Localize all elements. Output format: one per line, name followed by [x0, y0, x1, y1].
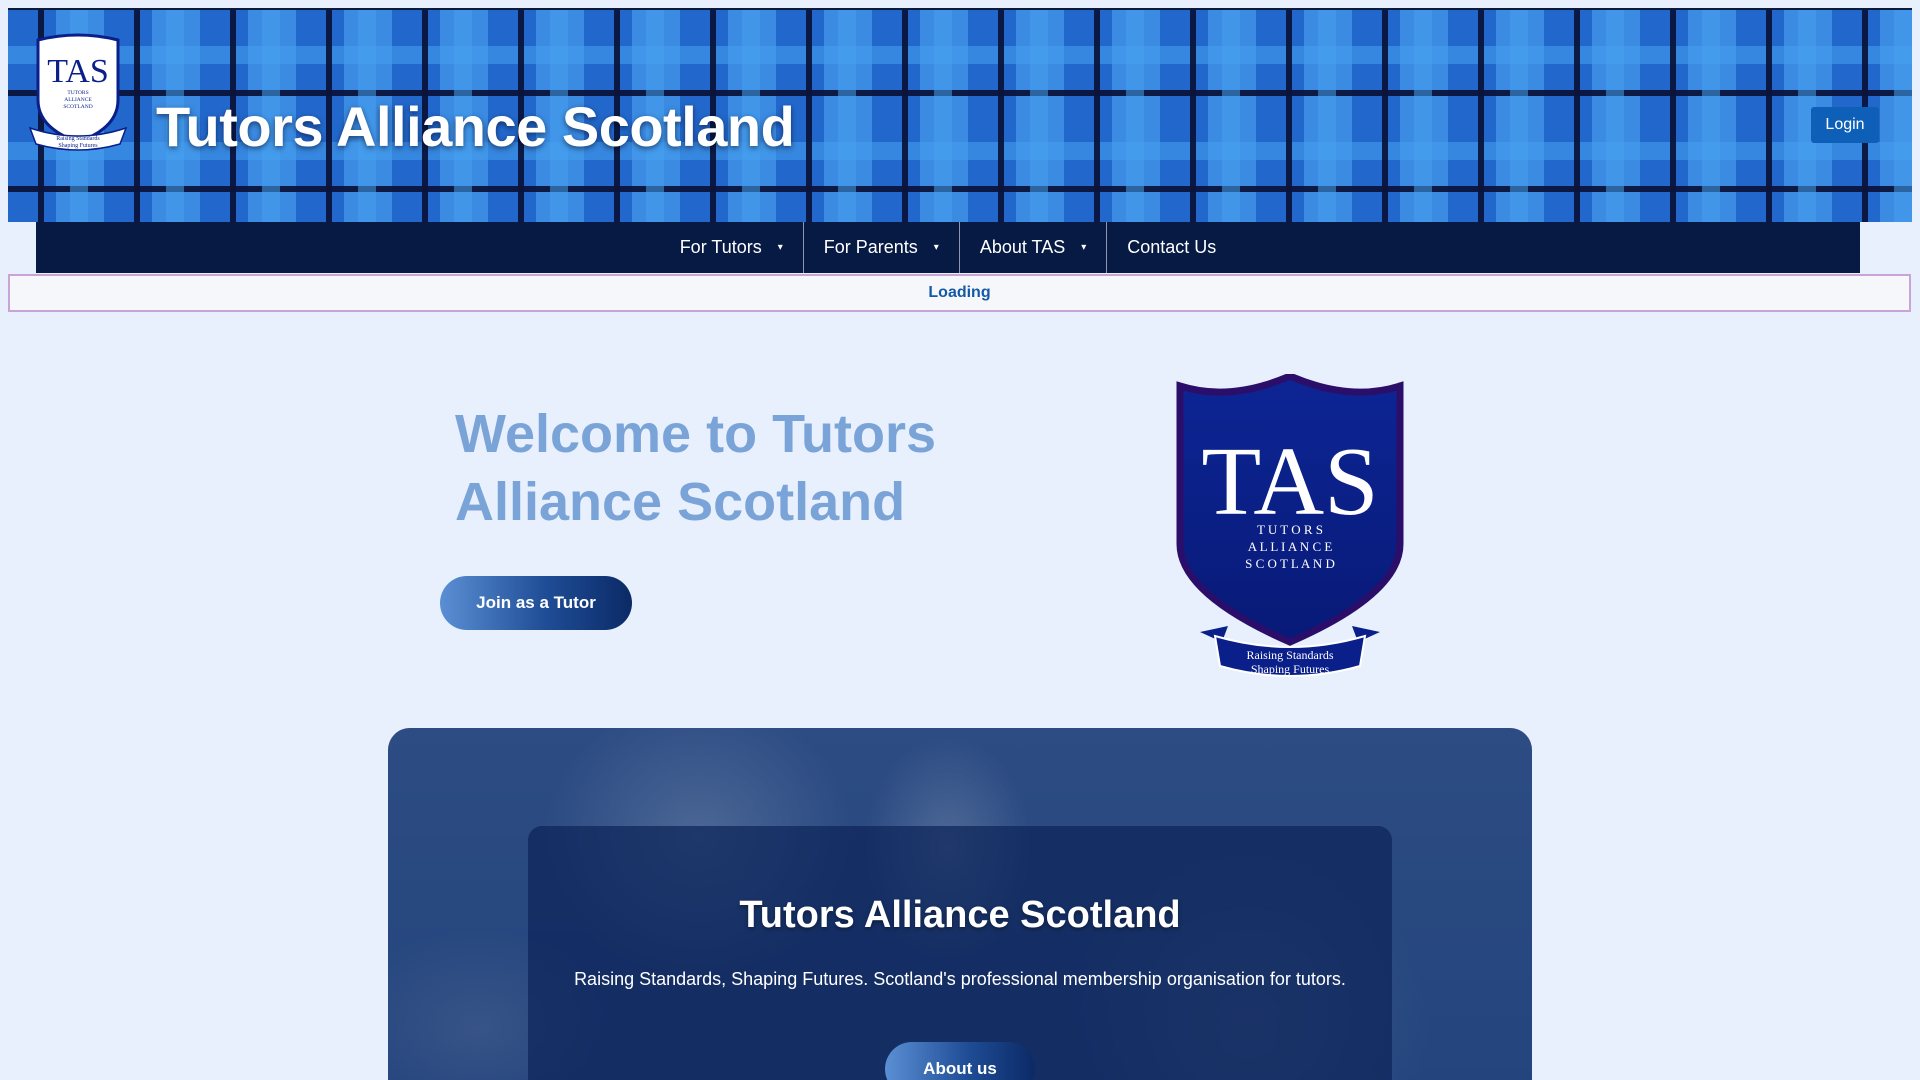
crest-ribbon-1: Raising Standards	[1247, 648, 1334, 662]
loading-text: Loading	[928, 284, 991, 301]
crest-word-1: T U T O R S	[1257, 522, 1323, 537]
crest-initials: TAS	[1201, 428, 1378, 536]
caret-down-icon: ▾	[1081, 242, 1087, 253]
nav-item-for-tutors[interactable]: For Tutors ▾	[660, 222, 803, 273]
nav-item-contact-us[interactable]: Contact Us	[1106, 222, 1236, 273]
crest-word-3: S C O T L A N D	[1245, 556, 1335, 571]
banner-title: Tutors Alliance Scotland	[739, 894, 1181, 936]
about-us-button[interactable]: About us	[885, 1042, 1035, 1080]
crest-word-2: A L L I A N C E	[1248, 539, 1333, 554]
tas-logo-icon[interactable]: TAS TUTORS ALLIANCE SCOTLAND Raising Sta…	[28, 30, 128, 154]
logo-ribbon-2: Shaping Futures	[58, 143, 98, 149]
banner-description: Raising Standards, Shaping Futures. Scot…	[574, 969, 1346, 989]
caret-down-icon: ▾	[777, 242, 783, 253]
hero-banner: Tutors Alliance Scotland Raising Standar…	[388, 728, 1532, 1080]
nav-item-label: About TAS	[979, 237, 1066, 257]
login-button[interactable]: Login	[1811, 107, 1879, 143]
join-as-tutor-button[interactable]: Join as a Tutor	[440, 576, 632, 630]
site-header: TAS TUTORS ALLIANCE SCOTLAND Raising Sta…	[8, 8, 1912, 222]
nav-item-about-tas[interactable]: About TAS ▾	[958, 222, 1106, 273]
hero-title: Welcome to Tutors Alliance Scotland	[455, 404, 937, 532]
logo-word-2: ALLIANCE	[64, 97, 92, 103]
tas-crest-icon: TAS T U T O R S A L L I A N C E S C O T …	[1176, 374, 1404, 677]
logo-ribbon-1: Raising Standards	[56, 136, 100, 142]
logo-word-1: TUTORS	[67, 90, 88, 96]
nav-item-label: For Tutors	[679, 237, 762, 257]
banner-overlay-card: Tutors Alliance Scotland Raising Standar…	[528, 826, 1392, 1080]
logo-initials: TAS	[47, 53, 109, 90]
nav-item-label: Contact Us	[1127, 237, 1217, 257]
site-title: Tutors Alliance Scotland	[156, 95, 795, 158]
crest-ribbon-2: Shaping Futures	[1251, 662, 1330, 676]
nav-item-for-parents[interactable]: For Parents ▾	[802, 222, 959, 273]
main-nav: For Tutors ▾ For Parents ▾ About TAS ▾ C…	[36, 222, 1860, 273]
loading-bar: Loading	[8, 274, 1911, 312]
logo-word-3: SCOTLAND	[63, 104, 92, 110]
caret-down-icon: ▾	[933, 242, 939, 253]
nav-item-label: For Parents	[823, 237, 918, 257]
